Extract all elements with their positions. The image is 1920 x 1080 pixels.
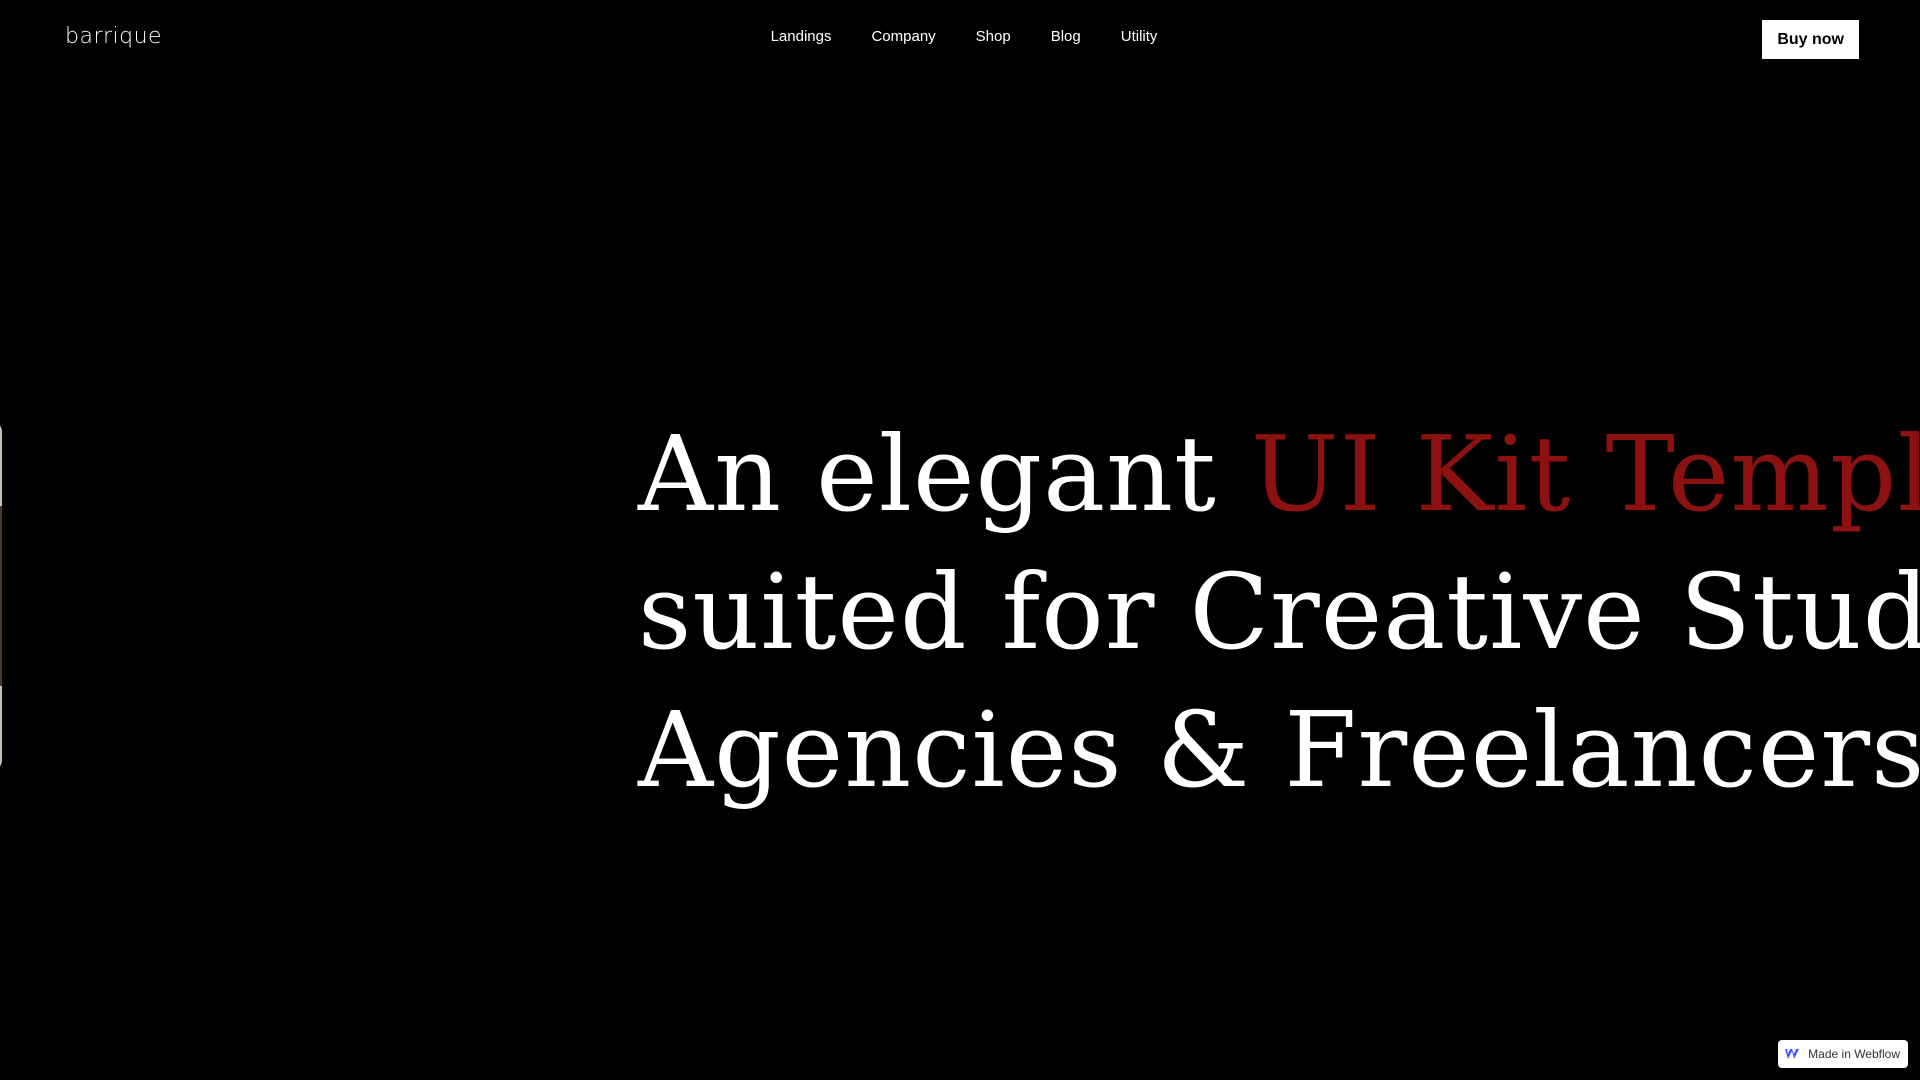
nav-item-company[interactable]: Company [871,28,935,45]
made-in-webflow-badge[interactable]: Made in Webflow [1778,1040,1908,1068]
nav-item-landings[interactable]: Landings [771,28,832,45]
webflow-icon [1784,1046,1800,1062]
hero-line-3: Agencies & Freelancers [638,688,1920,811]
badge-label: Made in Webflow [1808,1047,1900,1061]
main-nav: Landings Company Shop Blog Utility [0,28,1920,45]
hero-line-1-text: An elegant [638,412,1251,535]
nav-item-blog[interactable]: Blog [1051,28,1081,45]
hero-accent-text: UI Kit Template [1250,412,1920,535]
buy-now-button[interactable]: Buy now [1762,20,1859,59]
hero-line-1: An elegant UI Kit Template [638,405,1920,543]
page: barrique Landings Company Shop Blog Util… [0,0,1920,1080]
device-mockup-edge [0,420,2,772]
hero-line-2: suited for Creative Studios, [638,550,1920,673]
hero-heading: An elegant UI Kit Template suited for Cr… [638,405,1920,819]
nav-item-shop[interactable]: Shop [976,28,1011,45]
nav-item-utility[interactable]: Utility [1121,28,1158,45]
